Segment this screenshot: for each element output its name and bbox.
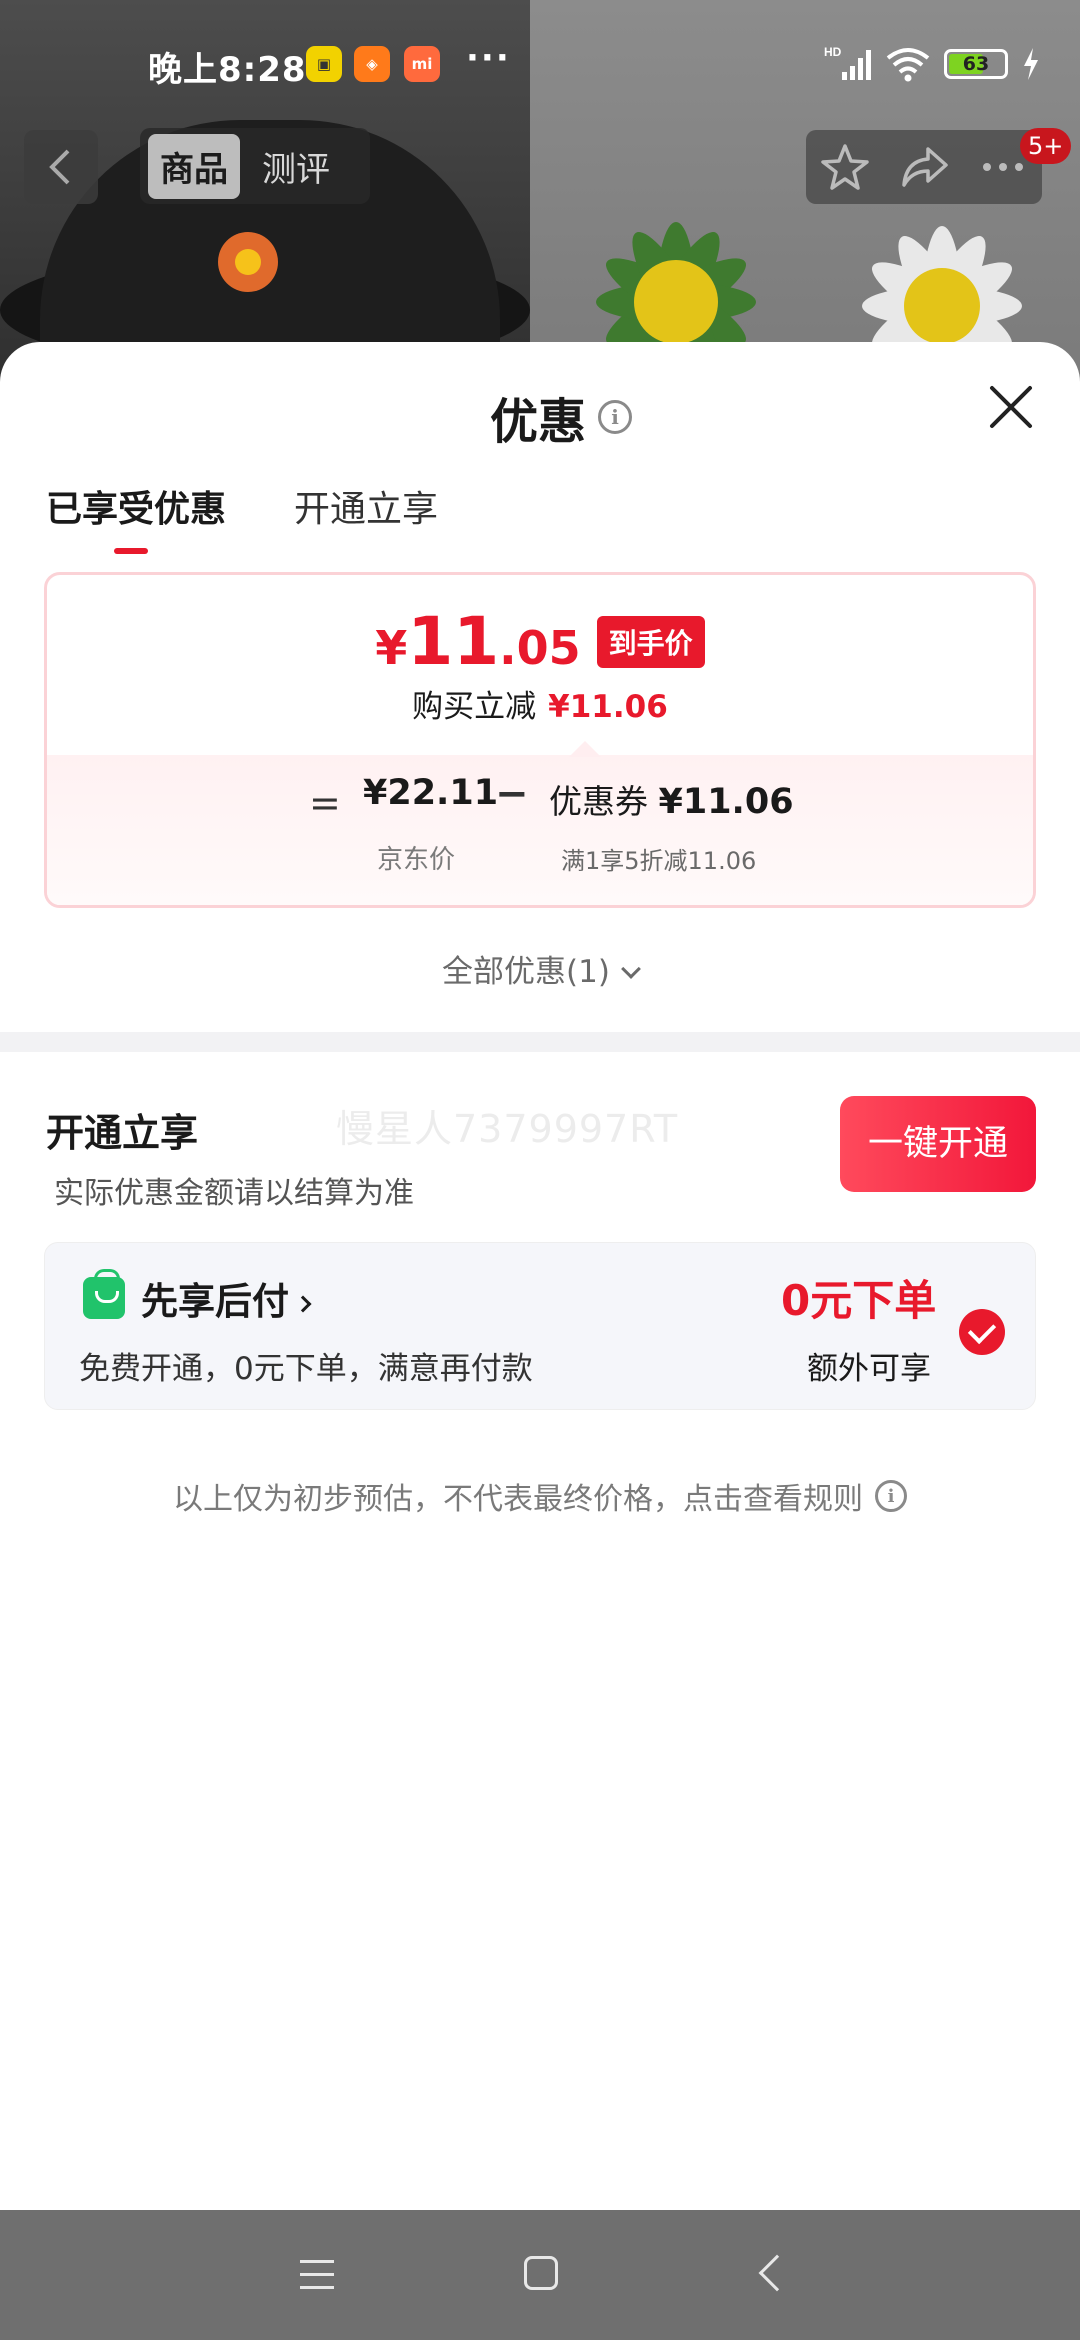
pay-later-title-text: 先享后付 xyxy=(141,1280,289,1323)
tab-review[interactable]: 测评 xyxy=(250,134,342,199)
wifi-icon xyxy=(886,48,930,82)
open-section-subtitle: 实际优惠金额请以结算为准 xyxy=(54,1176,414,1211)
status-time: 晚上8:28 xyxy=(148,50,307,90)
caret-pointer xyxy=(569,741,601,757)
all-offers-label: 全部优惠(1) xyxy=(442,954,610,990)
final-price: ¥11.05 xyxy=(375,603,580,680)
all-offers-toggle[interactable]: 全部优惠(1) xyxy=(0,946,1080,991)
price-estimate-note[interactable]: 以上仅为初步预估，不代表最终价格，点击查看规则 i xyxy=(0,1474,1080,1518)
back-button[interactable] xyxy=(24,130,98,204)
price-estimate-text: 以上仅为初步预估，不代表最终价格，点击查看规则 xyxy=(173,1482,863,1517)
coupon-value: 优惠券 ¥11.06 xyxy=(549,775,794,823)
final-price-tag: 到手价 xyxy=(596,615,705,668)
system-nav-bar xyxy=(0,2210,1080,2340)
checkmark-icon[interactable] xyxy=(959,1309,1005,1355)
jd-price-label: 京东价 xyxy=(377,845,456,875)
network-label: HD xyxy=(824,45,842,59)
price-decimal: .05 xyxy=(499,621,581,675)
back-icon[interactable] xyxy=(758,2254,796,2292)
shopping-bag-icon xyxy=(83,1269,125,1319)
discount-label: 购买立减 xyxy=(412,689,537,725)
coupon-amount: ¥11.06 xyxy=(658,782,794,822)
price-breakdown-card: ¥11.05 到手价 购买立减 ¥11.06 = ¥22.11 京东价 − 优惠… xyxy=(44,572,1036,908)
info-icon: i xyxy=(875,1480,907,1512)
pocket-app-icon: ▣ xyxy=(306,46,342,82)
message-count-badge: 5+ xyxy=(1020,128,1072,164)
chevron-down-icon xyxy=(621,959,641,979)
mi-app-icon: mi xyxy=(404,46,440,82)
price-integer: 11 xyxy=(407,603,500,680)
share-icon[interactable] xyxy=(898,141,950,193)
signal-icon: HD xyxy=(824,45,871,80)
sheet-header: 优惠 i xyxy=(490,382,633,452)
menu-icon[interactable] xyxy=(300,2260,334,2290)
close-icon[interactable] xyxy=(986,382,1036,432)
price-currency: ¥ xyxy=(375,621,408,675)
watermark: 慢星人7379997RT xyxy=(336,1107,679,1151)
product-actions xyxy=(806,130,1042,204)
sheet-tabs: 已享受优惠 开通立享 xyxy=(46,480,438,554)
charging-icon xyxy=(1024,48,1038,80)
battery-level: 63 xyxy=(962,53,990,75)
more-notifications-icon: ··· xyxy=(466,38,511,78)
discount-value: ¥11.06 xyxy=(548,689,668,725)
coupon-rule: 满1享5折减11.06 xyxy=(561,847,757,875)
equals-sign: = xyxy=(309,781,341,825)
chevron-right-icon xyxy=(294,1295,312,1313)
pay-later-title[interactable]: 先享后付 xyxy=(141,1271,312,1325)
status-indicators: HD 63 xyxy=(824,44,1040,84)
sheet-title: 优惠 xyxy=(490,394,587,450)
extra-benefit-label: 额外可享 xyxy=(807,1351,931,1387)
star-icon[interactable] xyxy=(819,141,871,193)
home-icon[interactable] xyxy=(524,2256,558,2290)
open-section-title: 开通立享 xyxy=(46,1111,199,1155)
pay-later-card[interactable]: 先享后付 免费开通，0元下单，满意再付款 0元下单 额外可享 xyxy=(44,1242,1036,1410)
discount-sheet: 优惠 i 已享受优惠 开通立享 ¥11.05 到手价 购买立减 ¥11.06 =… xyxy=(0,342,1080,2210)
chevron-left-icon xyxy=(49,149,70,185)
info-icon[interactable]: i xyxy=(598,400,633,434)
tab-product[interactable]: 商品 xyxy=(148,133,240,199)
discount-row: 购买立减 ¥11.06 xyxy=(47,681,1033,726)
zero-yuan-order: 0元下单 xyxy=(781,1276,937,1325)
pay-later-description: 免费开通，0元下单，满意再付款 xyxy=(79,1351,533,1387)
battery-icon: 63 xyxy=(944,49,1008,79)
status-bar: 晚上8:28 ▣ ◈ mi ··· HD 63 xyxy=(0,0,1080,130)
taobao-app-icon: ◈ xyxy=(354,46,390,82)
final-price-row: ¥11.05 到手价 xyxy=(47,603,1033,680)
coupon-label: 优惠券 xyxy=(549,782,648,821)
tab-enjoyed-offers[interactable]: 已享受优惠 xyxy=(46,480,226,554)
jd-price-value: ¥22.11 xyxy=(363,773,499,813)
product-tabs: 商品 测评 xyxy=(140,128,370,204)
tab-activate-offers[interactable]: 开通立享 xyxy=(294,480,438,554)
one-click-activate-button[interactable]: 一键开通 xyxy=(840,1096,1036,1192)
minus-sign: − xyxy=(495,771,529,817)
section-divider xyxy=(0,1032,1080,1052)
